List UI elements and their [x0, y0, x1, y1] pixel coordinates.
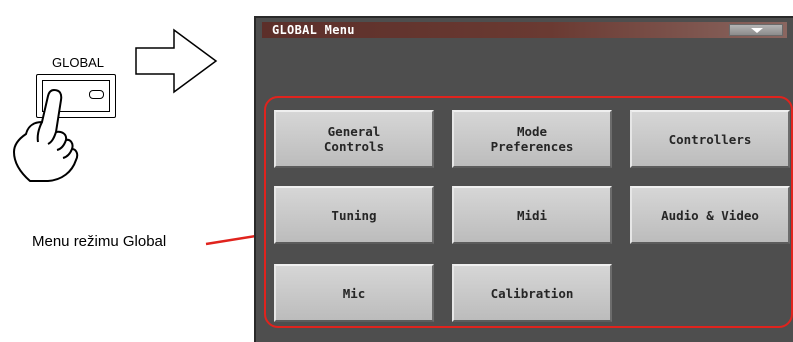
global-button-illustration: GLOBAL Menu režimu Global	[0, 0, 250, 342]
page-menu-button[interactable]	[729, 24, 783, 36]
tuning-button[interactable]: Tuning	[274, 186, 434, 244]
calibration-button[interactable]: Calibration	[452, 264, 612, 322]
page-title: GLOBAL Menu	[272, 23, 355, 37]
right-arrow-icon	[135, 28, 218, 94]
pointing-hand-icon	[13, 89, 79, 182]
midi-button[interactable]: Midi	[452, 186, 612, 244]
mic-button[interactable]: Mic	[274, 264, 434, 322]
global-button-label: GLOBAL	[52, 55, 105, 70]
controllers-button[interactable]: Controllers	[630, 110, 790, 168]
title-bar: GLOBAL Menu	[262, 22, 787, 38]
audio-video-button[interactable]: Audio & Video	[630, 186, 790, 244]
mode-preferences-button[interactable]: Mode Preferences	[452, 110, 612, 168]
global-menu-caption: Menu režimu Global	[32, 233, 167, 250]
general-controls-button[interactable]: General Controls	[274, 110, 434, 168]
chevron-down-icon	[751, 28, 763, 33]
global-menu-screen: GLOBAL Menu General Controls Mode Prefer…	[254, 16, 793, 342]
led-indicator-icon	[89, 90, 104, 99]
